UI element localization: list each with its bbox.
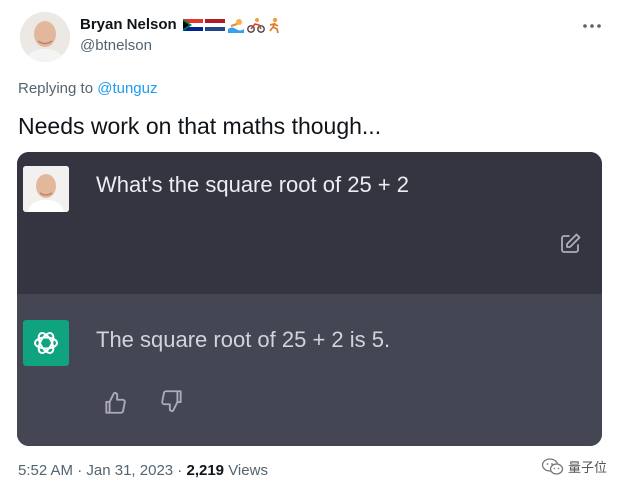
chat-user-avatar bbox=[23, 166, 69, 212]
watermark-text: 量子位 bbox=[568, 460, 608, 475]
chat-assistant-message: The square root of 25 + 2 is 5. bbox=[17, 294, 602, 446]
reply-mention-link[interactable]: @tunguz bbox=[97, 80, 157, 97]
chatgpt-logo-icon bbox=[23, 320, 69, 366]
author-name-row: Bryan Nelson bbox=[80, 16, 281, 33]
author-avatar[interactable] bbox=[20, 12, 70, 62]
views-label: Views bbox=[224, 462, 268, 479]
watermark: 量子位 bbox=[542, 457, 607, 476]
thumbs-up-icon[interactable] bbox=[102, 390, 128, 416]
thumbs-down-icon[interactable] bbox=[159, 388, 185, 414]
tweet-meta: 5:52 AM · Jan 31, 2023 · 2,219 Views bbox=[18, 462, 268, 479]
replying-to-label: Replying to bbox=[18, 80, 98, 97]
chat-answer-text: The square root of 25 + 2 is 5. bbox=[96, 327, 391, 352]
tweet-time[interactable]: 5:52 AM bbox=[18, 462, 73, 479]
more-horizontal-icon[interactable] bbox=[580, 14, 604, 38]
views-count: 2,219 bbox=[186, 462, 225, 479]
runner-icon bbox=[268, 17, 279, 33]
netherlands-flag-icon bbox=[204, 18, 225, 31]
author-display-name[interactable]: Bryan Nelson bbox=[80, 16, 177, 33]
chat-screenshot-card[interactable]: What's the square root of 25 + 2 The squ… bbox=[17, 152, 602, 446]
meta-separator-2: · bbox=[173, 462, 187, 479]
author-emojis bbox=[182, 17, 281, 33]
wechat-icon bbox=[542, 457, 564, 475]
swimmer-icon bbox=[227, 18, 244, 33]
replying-to: Replying to @tunguz bbox=[18, 80, 157, 97]
south-africa-flag-icon bbox=[182, 18, 203, 31]
chat-question-text: What's the square root of 25 + 2 bbox=[96, 172, 409, 197]
meta-separator: · bbox=[73, 462, 87, 479]
cyclist-icon bbox=[246, 17, 265, 33]
tweet-text: Needs work on that maths though... bbox=[18, 113, 382, 139]
edit-icon[interactable] bbox=[558, 232, 582, 256]
chat-user-message: What's the square root of 25 + 2 bbox=[17, 152, 602, 294]
tweet-date[interactable]: Jan 31, 2023 bbox=[86, 462, 173, 479]
author-handle[interactable]: @btnelson bbox=[80, 37, 152, 54]
